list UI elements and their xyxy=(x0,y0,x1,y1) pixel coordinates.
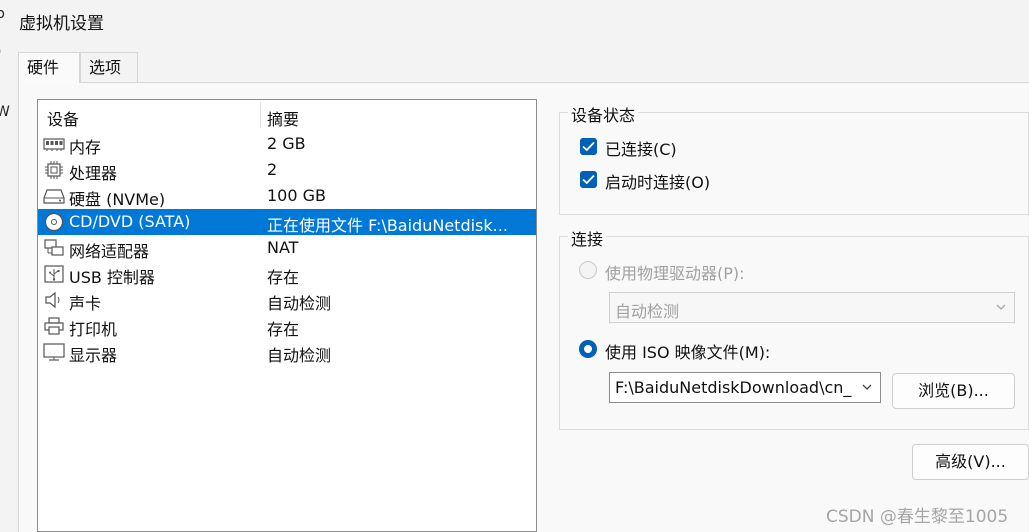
memory-icon xyxy=(43,138,65,151)
device-row-memory[interactable]: 内存 2 GB xyxy=(38,131,536,157)
iso-path-value[interactable]: F:\BaiduNetdiskDownload\cn_ xyxy=(615,378,855,397)
device-name: USB 控制器 xyxy=(69,268,155,287)
device-name: 内存 xyxy=(69,138,102,157)
left-edge-char: W xyxy=(0,104,10,120)
left-edge-char: p xyxy=(0,6,5,22)
device-name: CD/DVD (SATA) xyxy=(69,212,191,231)
display-icon xyxy=(43,343,65,361)
device-summary: 存在 xyxy=(267,320,300,339)
device-row-hard-disk[interactable]: 硬盘 (NVMe) 100 GB xyxy=(38,183,536,209)
device-summary: 自动检测 xyxy=(267,346,332,365)
device-status-group: 设备状态 xyxy=(559,102,1029,215)
browse-button[interactable]: 浏览(B)... xyxy=(892,373,1015,409)
physical-drive-label[interactable]: 使用物理驱动器(P): xyxy=(605,260,745,284)
device-name: 网络适配器 xyxy=(69,242,150,261)
device-name: 声卡 xyxy=(69,294,102,313)
device-list[interactable]: 设备 摘要 内存 2 GB 处理器 2 硬盘 (NVMe) 100 GB CD/… xyxy=(37,99,537,532)
connected-checkbox[interactable] xyxy=(580,138,597,155)
device-list-header: 设备 摘要 xyxy=(38,100,536,130)
tab-hardware[interactable]: 硬件 xyxy=(18,52,80,83)
sound-card-icon xyxy=(45,291,60,309)
device-summary: 2 xyxy=(267,160,278,179)
iso-image-radio[interactable] xyxy=(579,340,597,358)
column-header-summary[interactable]: 摘要 xyxy=(267,106,299,130)
physical-drive-radio[interactable] xyxy=(579,261,597,279)
left-edge-fragment: p ) W xyxy=(0,0,10,130)
processor-icon xyxy=(45,161,63,179)
usb-icon xyxy=(44,265,64,283)
disk-icon xyxy=(43,189,65,204)
printer-icon xyxy=(44,317,64,335)
iso-image-label[interactable]: 使用 ISO 映像文件(M): xyxy=(605,339,770,363)
window-title: 虚拟机设置 xyxy=(19,14,104,34)
device-name: 处理器 xyxy=(69,164,118,183)
device-summary: 100 GB xyxy=(267,186,326,205)
column-header-device[interactable]: 设备 xyxy=(47,106,79,130)
device-row-cd-dvd[interactable]: CD/DVD (SATA) 正在使用文件 F:\BaiduNetdisk... xyxy=(38,209,536,235)
connection-legend: 连接 xyxy=(568,226,607,250)
chevron-down-icon[interactable] xyxy=(860,380,874,394)
physical-drive-dropdown[interactable]: 自动检测 xyxy=(609,292,1015,323)
connect-at-power-on-checkbox[interactable] xyxy=(580,171,597,188)
physical-drive-dropdown-value: 自动检测 xyxy=(615,302,680,321)
connected-label[interactable]: 已连接(C) xyxy=(605,136,677,160)
title-bar: 虚拟机设置 xyxy=(0,0,1029,42)
device-row-sound-card[interactable]: 声卡 自动检测 xyxy=(38,287,536,313)
cd-dvd-icon xyxy=(44,212,64,232)
device-summary: 自动检测 xyxy=(267,294,332,313)
connect-at-power-on-label[interactable]: 启动时连接(O) xyxy=(605,169,710,193)
device-row-display[interactable]: 显示器 自动检测 xyxy=(38,339,536,365)
device-summary: NAT xyxy=(267,238,299,257)
column-divider[interactable] xyxy=(260,102,261,128)
checkmark-icon xyxy=(582,174,595,185)
device-summary: 正在使用文件 F:\BaiduNetdisk... xyxy=(267,216,508,235)
advanced-button[interactable]: 高级(V)... xyxy=(912,444,1029,480)
device-row-processor[interactable]: 处理器 2 xyxy=(38,157,536,183)
device-status-legend: 设备状态 xyxy=(568,102,639,126)
watermark-text: CSDN @春生黎至1005 xyxy=(826,507,1009,527)
device-name: 打印机 xyxy=(69,320,118,339)
checkmark-icon xyxy=(582,141,595,152)
network-adapter-icon xyxy=(44,239,64,256)
device-row-network-adapter[interactable]: 网络适配器 NAT xyxy=(38,235,536,261)
device-summary: 存在 xyxy=(267,268,300,287)
device-name: 硬盘 (NVMe) xyxy=(69,190,166,209)
chevron-down-icon xyxy=(996,304,1006,310)
device-name: 显示器 xyxy=(69,346,118,365)
tab-options[interactable]: 选项 xyxy=(80,52,138,82)
left-edge-char: ) xyxy=(0,44,1,60)
device-summary: 2 GB xyxy=(267,134,306,153)
device-row-usb-controller[interactable]: USB 控制器 存在 xyxy=(38,261,536,287)
iso-path-combobox[interactable]: F:\BaiduNetdiskDownload\cn_ xyxy=(609,372,881,403)
device-row-printer[interactable]: 打印机 存在 xyxy=(38,313,536,339)
